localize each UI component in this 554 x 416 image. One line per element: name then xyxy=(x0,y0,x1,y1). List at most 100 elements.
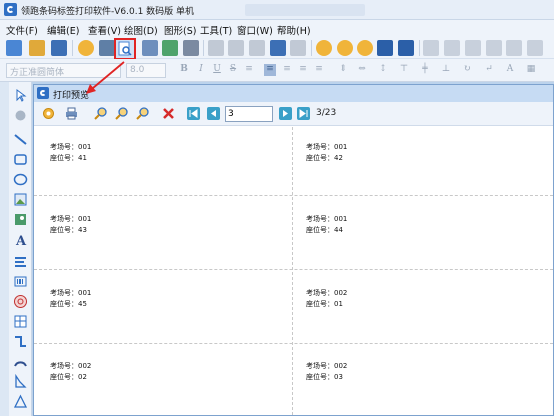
label-cell: 考场号：001 座位号：44 xyxy=(306,214,347,236)
align-icon[interactable] xyxy=(423,40,439,56)
print-settings-icon[interactable] xyxy=(78,40,94,56)
print-preview-button[interactable] xyxy=(114,38,136,60)
title-bar: 领跑条码标签打印软件-V6.0.1 数码版 单机 xyxy=(0,0,554,20)
next-page-icon[interactable] xyxy=(278,106,293,121)
label-cell: 考场号：001 座位号：42 xyxy=(306,142,347,164)
seat-number-text: 座位号：02 xyxy=(50,373,87,381)
excel-icon[interactable] xyxy=(162,40,178,56)
menu-edit[interactable]: 编辑(E) xyxy=(47,23,79,37)
middle-align-icon[interactable]: ╪ xyxy=(419,64,431,76)
line-tool-icon[interactable] xyxy=(13,132,28,147)
exam-room-text: 考场号：001 xyxy=(50,289,92,297)
zoom-fit-icon[interactable] xyxy=(135,106,150,121)
label-cell: 考场号：001 座位号：41 xyxy=(50,142,91,164)
print-icon[interactable] xyxy=(99,40,115,56)
vertical-text-icon[interactable]: ↕ xyxy=(377,64,389,76)
zoom-out-icon[interactable] xyxy=(337,40,353,56)
ellipse-tool-icon[interactable] xyxy=(13,172,28,187)
font-name-select[interactable]: 方正准圆简体 xyxy=(6,63,121,78)
picture-tool-icon[interactable] xyxy=(13,192,28,207)
print-icon[interactable] xyxy=(64,106,79,121)
send-back-icon[interactable] xyxy=(527,40,543,56)
align-center-icon[interactable]: ≡ xyxy=(281,64,293,76)
seat-number-text: 座位号：42 xyxy=(306,154,343,162)
distribute-icon[interactable] xyxy=(444,40,460,56)
rectangle-tool-icon[interactable] xyxy=(13,152,28,167)
wrap-icon[interactable]: ↵ xyxy=(483,64,495,76)
strikethrough-icon[interactable]: S xyxy=(227,64,239,76)
hand-icon[interactable] xyxy=(13,108,28,123)
cut-icon[interactable] xyxy=(208,40,224,56)
seat-number-text: 座位号：01 xyxy=(306,300,343,308)
close-preview-icon[interactable] xyxy=(161,106,176,121)
menu-help[interactable]: 帮助(H) xyxy=(277,23,311,37)
zoom-fit-icon[interactable] xyxy=(357,40,373,56)
bottom-align-icon[interactable]: ⊥ xyxy=(440,64,452,76)
label-cell: 考场号：002 座位号：02 xyxy=(50,361,91,383)
menu-window[interactable]: 窗口(W) xyxy=(237,23,273,37)
page-number-input[interactable] xyxy=(225,106,273,122)
rotate-icon[interactable]: ↻ xyxy=(461,64,473,76)
freeform-tool-icon[interactable] xyxy=(13,374,28,389)
redo-icon[interactable] xyxy=(290,40,306,56)
justify-icon[interactable]: ≡ xyxy=(313,64,325,76)
triangle-tool-icon[interactable] xyxy=(13,394,28,409)
char-spacing-icon[interactable]: ⇔ xyxy=(356,64,368,76)
text-direction-icon[interactable]: ≡ xyxy=(243,64,255,76)
text-tool-icon[interactable]: A xyxy=(13,232,28,247)
polyline-tool-icon[interactable] xyxy=(13,334,28,349)
qrcode-tool-icon[interactable] xyxy=(13,294,28,309)
ungroup-icon[interactable] xyxy=(486,40,502,56)
preview-app-icon xyxy=(37,87,49,99)
open-icon[interactable] xyxy=(29,40,45,56)
image-tool-icon[interactable] xyxy=(13,212,28,227)
arc-tool-icon[interactable] xyxy=(13,354,28,369)
seat-number-text: 座位号：43 xyxy=(50,226,87,234)
snap-icon[interactable] xyxy=(398,40,414,56)
select-pointer-icon[interactable] xyxy=(13,88,28,103)
previous-page-icon[interactable] xyxy=(206,106,221,121)
grid-icon[interactable] xyxy=(377,40,393,56)
row-divider xyxy=(34,343,553,344)
zoom-in-icon[interactable] xyxy=(316,40,332,56)
group-icon[interactable] xyxy=(465,40,481,56)
top-align-icon[interactable]: ⊤ xyxy=(398,64,410,76)
font-size-select[interactable]: 8.0 xyxy=(126,63,166,78)
fill-color-icon[interactable]: ▦ xyxy=(525,64,537,76)
text-color-icon[interactable]: A xyxy=(504,64,516,76)
menu-file[interactable]: 文件(F) xyxy=(6,23,38,37)
underline-icon[interactable]: U xyxy=(211,64,223,76)
exam-room-text: 考场号：001 xyxy=(50,215,92,223)
new-icon[interactable] xyxy=(6,40,22,56)
last-page-icon[interactable] xyxy=(296,106,311,121)
italic-icon[interactable]: I xyxy=(195,64,207,76)
bold-icon[interactable]: B xyxy=(178,64,190,76)
barcode-icon[interactable] xyxy=(183,40,199,56)
zoom-in-icon[interactable] xyxy=(93,106,108,121)
line-spacing-icon[interactable]: ⇕ xyxy=(337,64,349,76)
print-settings-icon[interactable] xyxy=(41,106,56,121)
seat-number-text: 座位号：45 xyxy=(50,300,87,308)
align-right-icon[interactable]: ≡ xyxy=(297,64,309,76)
first-page-icon[interactable] xyxy=(186,106,201,121)
save-icon[interactable] xyxy=(51,40,67,56)
menu-draw[interactable]: 绘图(D) xyxy=(124,23,158,37)
label-cell: 考场号：001 座位号：45 xyxy=(50,288,91,310)
copy-icon[interactable] xyxy=(228,40,244,56)
menu-view[interactable]: 查看(V) xyxy=(88,23,121,37)
barcode-tool-icon[interactable] xyxy=(13,274,28,289)
paste-icon[interactable] xyxy=(249,40,265,56)
database-icon[interactable] xyxy=(142,40,158,56)
align-left-icon[interactable]: ≡ xyxy=(264,64,276,76)
row-divider xyxy=(34,195,553,196)
menu-tools[interactable]: 工具(T) xyxy=(200,23,232,37)
multiline-text-icon[interactable] xyxy=(13,254,28,269)
bring-front-icon[interactable] xyxy=(506,40,522,56)
font-toolbar: 方正准圆简体 8.0 B I U S ≡ ≡ ≡ ≡ ≡ ⇕ ⇔ ↕ ⊤ ╪ ⊥… xyxy=(0,59,554,82)
print-preview-window: 打印预览 3/23 考场号：001 座位号：41 考场号：001 座位号：42 … xyxy=(33,84,554,416)
table-tool-icon[interactable] xyxy=(13,314,28,329)
menu-shape[interactable]: 图形(S) xyxy=(164,23,196,37)
zoom-out-icon[interactable] xyxy=(114,106,129,121)
tool-palette: A xyxy=(9,82,32,416)
undo-icon[interactable] xyxy=(270,40,286,56)
